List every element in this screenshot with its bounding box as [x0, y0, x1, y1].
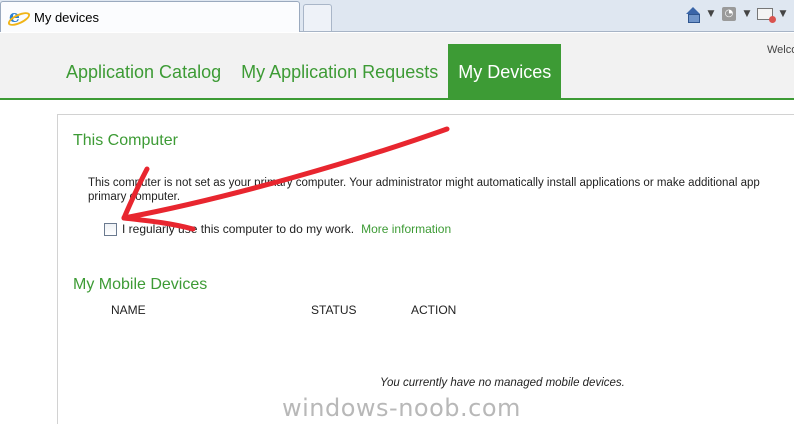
- read-mail-icon: [757, 8, 776, 23]
- nav-my-devices[interactable]: My Devices: [448, 44, 562, 100]
- browser-tab-title: My devices: [34, 9, 100, 25]
- chevron-down-icon: ▼: [743, 9, 751, 19]
- column-header-action[interactable]: ACTION: [411, 303, 456, 317]
- rss-feed-icon: ◔: [722, 7, 736, 21]
- watermark-text: windows-noob.com: [282, 394, 521, 422]
- nav-application-catalog[interactable]: Application Catalog: [56, 44, 231, 100]
- chevron-down-icon: ▼: [779, 9, 787, 19]
- feeds-button[interactable]: ◔: [720, 5, 738, 23]
- column-header-status[interactable]: STATUS: [311, 303, 357, 317]
- column-header-name[interactable]: NAME: [111, 303, 146, 317]
- home-icon: [685, 7, 701, 23]
- mail-dropdown[interactable]: ▼: [778, 5, 788, 23]
- primary-computer-checkbox[interactable]: [104, 222, 117, 236]
- chevron-down-icon: ▼: [707, 9, 715, 19]
- more-information-link[interactable]: More information: [361, 222, 451, 236]
- home-button[interactable]: [684, 5, 702, 23]
- read-mail-button[interactable]: [756, 5, 776, 23]
- home-dropdown[interactable]: ▼: [706, 5, 716, 23]
- welcome-text: Welco: [767, 44, 794, 56]
- no-devices-message: You currently have no managed mobile dev…: [380, 377, 625, 389]
- my-mobile-devices-title: My Mobile Devices: [73, 276, 208, 293]
- browser-toolbar: ▼ ◔ ▼ ▼: [684, 3, 794, 25]
- browser-tab-active[interactable]: e My devices: [0, 1, 300, 32]
- main-nav: Application Catalog My Application Reque…: [56, 44, 562, 100]
- nav-my-application-requests[interactable]: My Application Requests: [231, 44, 448, 100]
- this-computer-title: This Computer: [73, 132, 178, 149]
- primary-computer-notice: This computer is not set as your primary…: [88, 176, 794, 204]
- primary-computer-checkbox-label[interactable]: I regularly use this computer to do my w…: [122, 222, 354, 236]
- notice-line-2: primary computer.: [88, 191, 181, 203]
- ie-logo-icon: e: [9, 8, 26, 26]
- new-tab-button[interactable]: [303, 4, 332, 31]
- app-header: Welco Application Catalog My Application…: [0, 33, 794, 100]
- feeds-dropdown[interactable]: ▼: [742, 5, 752, 23]
- browser-chrome: e My devices ▼ ◔ ▼ ▼: [0, 0, 794, 32]
- primary-computer-option: I regularly use this computer to do my w…: [104, 222, 451, 236]
- notice-line-1: This computer is not set as your primary…: [88, 177, 760, 189]
